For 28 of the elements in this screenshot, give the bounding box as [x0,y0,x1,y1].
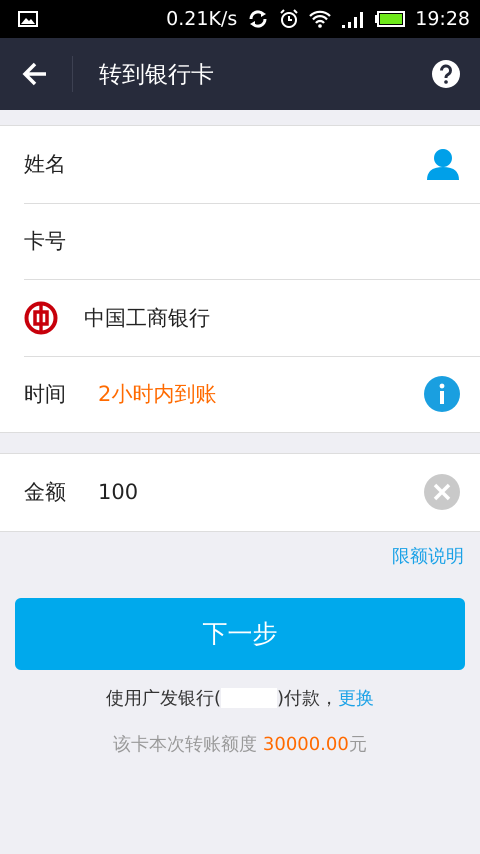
sync-icon [247,10,270,28]
signal-icon [341,10,366,28]
change-card-link[interactable]: 更换 [338,686,374,710]
arrival-time: 2小时内到账 [98,381,218,408]
field-label: 时间 [24,381,67,408]
back-arrow-icon[interactable] [22,62,48,86]
alarm-icon [279,9,300,29]
next-step-button[interactable]: 下一步 [15,598,465,670]
help-icon[interactable] [432,60,460,88]
bank-name: 中国工商银行 [84,304,211,332]
amount-value: 100 [98,480,140,504]
clear-icon[interactable] [424,474,460,510]
bank-logo-icon [24,300,58,335]
field-label: 金额 [24,479,67,506]
payment-card-text: )付款， [277,686,338,710]
payment-card-text: 使用广发银行( [106,686,221,710]
battery-icon [375,11,406,27]
transfer-quota-text: 该卡本次转账额度 30000.00元 [113,732,367,756]
field-label: 卡号 [24,228,67,256]
limit-info-link[interactable]: 限额说明 [392,544,464,568]
contact-icon[interactable] [426,148,460,180]
wifi-icon [309,10,332,28]
field-label: 姓名 [24,151,67,178]
clock-time: 19:28 [415,8,470,30]
page-title: 转到银行卡 [99,60,215,90]
info-icon[interactable] [424,376,460,412]
network-speed: 0.21K/s [166,8,238,30]
image-icon [18,11,38,27]
